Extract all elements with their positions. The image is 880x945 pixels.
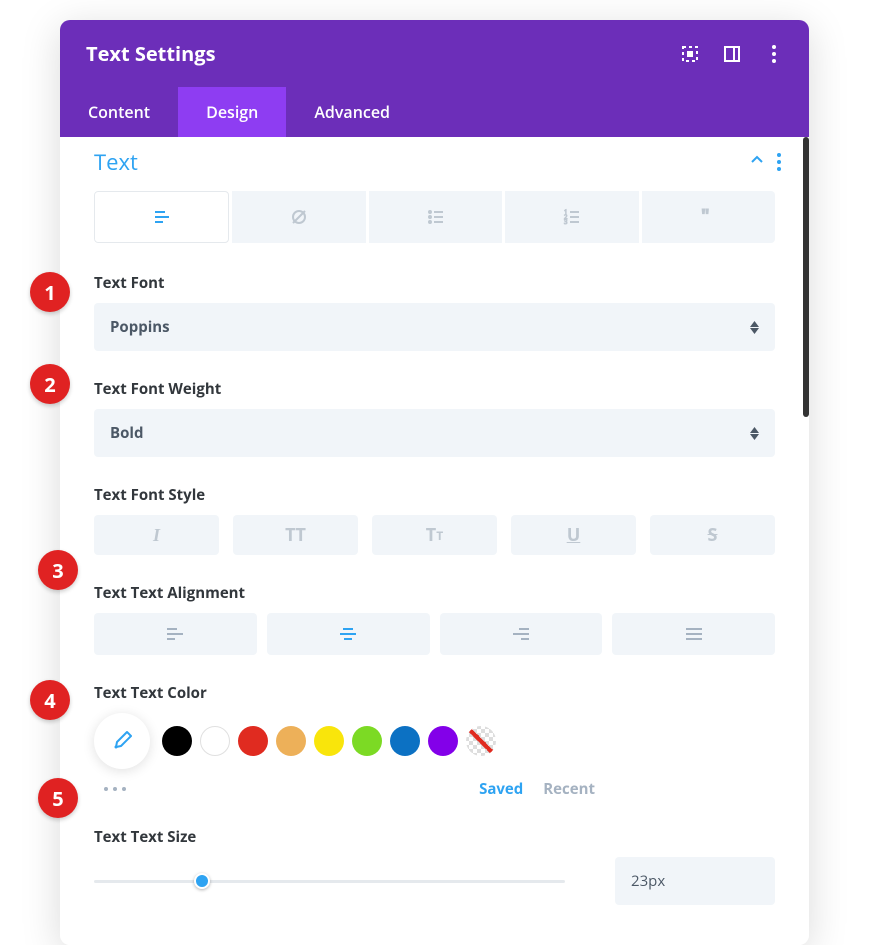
section-title: Text: [94, 147, 138, 177]
more-icon[interactable]: [765, 45, 783, 63]
color-row: [94, 713, 775, 769]
scrollbar-thumb[interactable]: [803, 137, 809, 417]
paragraph-toggle[interactable]: [94, 191, 229, 243]
align-left-button[interactable]: [94, 613, 257, 655]
tab-advanced[interactable]: Advanced: [286, 87, 418, 137]
annotation-badge-4: 4: [30, 680, 70, 720]
modal-header: Text Settings: [60, 20, 809, 87]
header-icons: [681, 45, 783, 63]
modal-title: Text Settings: [86, 40, 216, 67]
recent-tab[interactable]: Recent: [543, 779, 595, 799]
swatch-black[interactable]: [162, 726, 192, 756]
size-field: Text Text Size: [94, 827, 775, 905]
tab-design[interactable]: Design: [178, 87, 286, 137]
font-field: Text Font Poppins: [94, 273, 775, 351]
size-input[interactable]: [615, 857, 775, 905]
annotation-badge-3: 3: [38, 550, 78, 590]
select-arrows-icon: [750, 427, 759, 440]
align-right-button[interactable]: [440, 613, 603, 655]
align-center-button[interactable]: [267, 613, 430, 655]
section-more-icon[interactable]: [777, 153, 781, 171]
annotation-badge-5: 5: [38, 778, 78, 818]
strikethrough-button[interactable]: S: [650, 515, 775, 555]
alignment-field: Text Text Alignment: [94, 583, 775, 655]
weight-label: Text Font Weight: [94, 379, 775, 399]
style-row: I TT TT U S: [94, 515, 775, 555]
swatch-green[interactable]: [352, 726, 382, 756]
content-area: 123 " Text Font Poppins Text: [60, 191, 809, 945]
underline-button[interactable]: U: [511, 515, 636, 555]
swatch-red[interactable]: [238, 726, 268, 756]
font-value: Poppins: [110, 317, 170, 337]
svg-text:": ": [701, 207, 710, 227]
swatch-yellow[interactable]: [314, 726, 344, 756]
annotation-badge-2: 2: [30, 364, 70, 404]
color-sub-row: Saved Recent: [104, 779, 775, 799]
text-element-toggle-row: 123 ": [94, 191, 775, 243]
weight-value: Bold: [110, 423, 143, 443]
eyedropper-button[interactable]: [94, 713, 150, 769]
size-row: [94, 857, 775, 905]
align-justify-button[interactable]: [612, 613, 775, 655]
uppercase-button[interactable]: TT: [233, 515, 358, 555]
svg-text:3: 3: [564, 218, 568, 226]
chevron-up-icon[interactable]: [749, 151, 765, 173]
slider-track: [94, 880, 565, 883]
select-arrows-icon: [750, 321, 759, 334]
annotation-badge-1: 1: [30, 272, 70, 312]
size-label: Text Text Size: [94, 827, 775, 847]
size-slider[interactable]: [94, 872, 565, 890]
quote-toggle[interactable]: ": [642, 191, 775, 243]
text-settings-modal: Text Settings Content Design Advanced Te…: [60, 20, 809, 945]
swatch-blue[interactable]: [390, 726, 420, 756]
style-label: Text Font Style: [94, 485, 775, 505]
ul-toggle[interactable]: [369, 191, 502, 243]
modal-body: Text: [60, 137, 809, 945]
link-toggle[interactable]: [232, 191, 365, 243]
alignment-label: Text Text Alignment: [94, 583, 775, 603]
swatch-transparent[interactable]: [466, 726, 496, 756]
section-controls: [749, 151, 781, 173]
ol-toggle[interactable]: 123: [505, 191, 638, 243]
swatch-purple[interactable]: [428, 726, 458, 756]
color-field: Text Text Color: [94, 683, 775, 799]
color-label: Text Text Color: [94, 683, 775, 703]
font-label: Text Font: [94, 273, 775, 293]
font-select[interactable]: Poppins: [94, 303, 775, 351]
align-row: [94, 613, 775, 655]
italic-button[interactable]: I: [94, 515, 219, 555]
smallcaps-button[interactable]: TT: [372, 515, 497, 555]
style-field: Text Font Style I TT TT U S: [94, 485, 775, 555]
weight-field: Text Font Weight Bold: [94, 379, 775, 457]
more-colors-icon[interactable]: [104, 787, 126, 791]
swatch-orange[interactable]: [276, 726, 306, 756]
section-header: Text: [60, 137, 809, 191]
slider-thumb[interactable]: [194, 873, 210, 889]
swatch-white[interactable]: [200, 726, 230, 756]
snap-icon[interactable]: [723, 45, 741, 63]
tabs: Content Design Advanced: [60, 87, 809, 137]
expand-icon[interactable]: [681, 45, 699, 63]
saved-tab[interactable]: Saved: [479, 779, 523, 799]
tab-content[interactable]: Content: [60, 87, 178, 137]
weight-select[interactable]: Bold: [94, 409, 775, 457]
